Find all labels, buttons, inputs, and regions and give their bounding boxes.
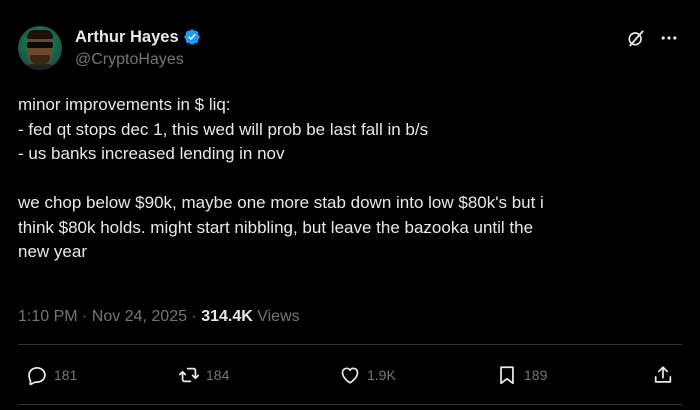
avatar[interactable] xyxy=(18,26,62,70)
tweet-line xyxy=(18,167,688,192)
views-label: Views xyxy=(252,308,300,325)
share-icon xyxy=(654,366,672,383)
grok-icon[interactable] xyxy=(626,28,646,48)
tweet-text: minor improvements in $ liq: - fed qt st… xyxy=(18,93,688,265)
reply-count: 181 xyxy=(54,367,78,383)
divider xyxy=(18,344,682,345)
verified-badge-icon xyxy=(183,29,200,45)
like-count: 1.9K xyxy=(367,367,396,383)
heart-icon xyxy=(341,367,359,384)
tweet-card: Arthur Hayes @CryptoHayes minor improvem… xyxy=(0,0,700,410)
tweet-meta: 1:10 PM · Nov 24, 2025 · 314.4K Views xyxy=(18,307,300,327)
repost-icon xyxy=(178,367,200,383)
reply-button[interactable]: 181 xyxy=(26,360,77,390)
bookmark-icon xyxy=(500,366,514,385)
author-display-name[interactable]: Arthur Hayes xyxy=(75,27,179,47)
author-handle[interactable]: @CryptoHayes xyxy=(75,50,184,70)
tweet-line: think $80k holds. might start nibbling, … xyxy=(18,217,534,237)
action-bar: 181 184 1.9K 189 xyxy=(0,360,700,390)
repost-count: 184 xyxy=(206,367,230,383)
tweet-line: - fed qt stops dec 1, this wed will prob… xyxy=(18,119,429,139)
views-count[interactable]: 314.4K xyxy=(201,308,253,325)
reply-icon xyxy=(28,366,46,386)
tweet-line: new year xyxy=(18,242,87,261)
bookmark-count: 189 xyxy=(524,367,548,383)
like-button[interactable]: 1.9K xyxy=(339,360,396,390)
divider xyxy=(18,404,682,405)
tweet-line: minor improvements in $ liq: xyxy=(18,95,231,114)
repost-button[interactable]: 184 xyxy=(178,360,229,390)
more-icon[interactable] xyxy=(658,28,680,48)
tweet-line: we chop below $90k, maybe one more stab … xyxy=(18,193,544,212)
bookmark-button[interactable]: 189 xyxy=(496,360,547,390)
share-button[interactable] xyxy=(652,360,674,390)
author-name-row[interactable]: Arthur Hayes xyxy=(75,27,201,47)
tweet-timestamp[interactable]: 1:10 PM · Nov 24, 2025 · xyxy=(18,308,201,325)
tweet-line: - us banks increased lending in nov xyxy=(18,144,285,163)
